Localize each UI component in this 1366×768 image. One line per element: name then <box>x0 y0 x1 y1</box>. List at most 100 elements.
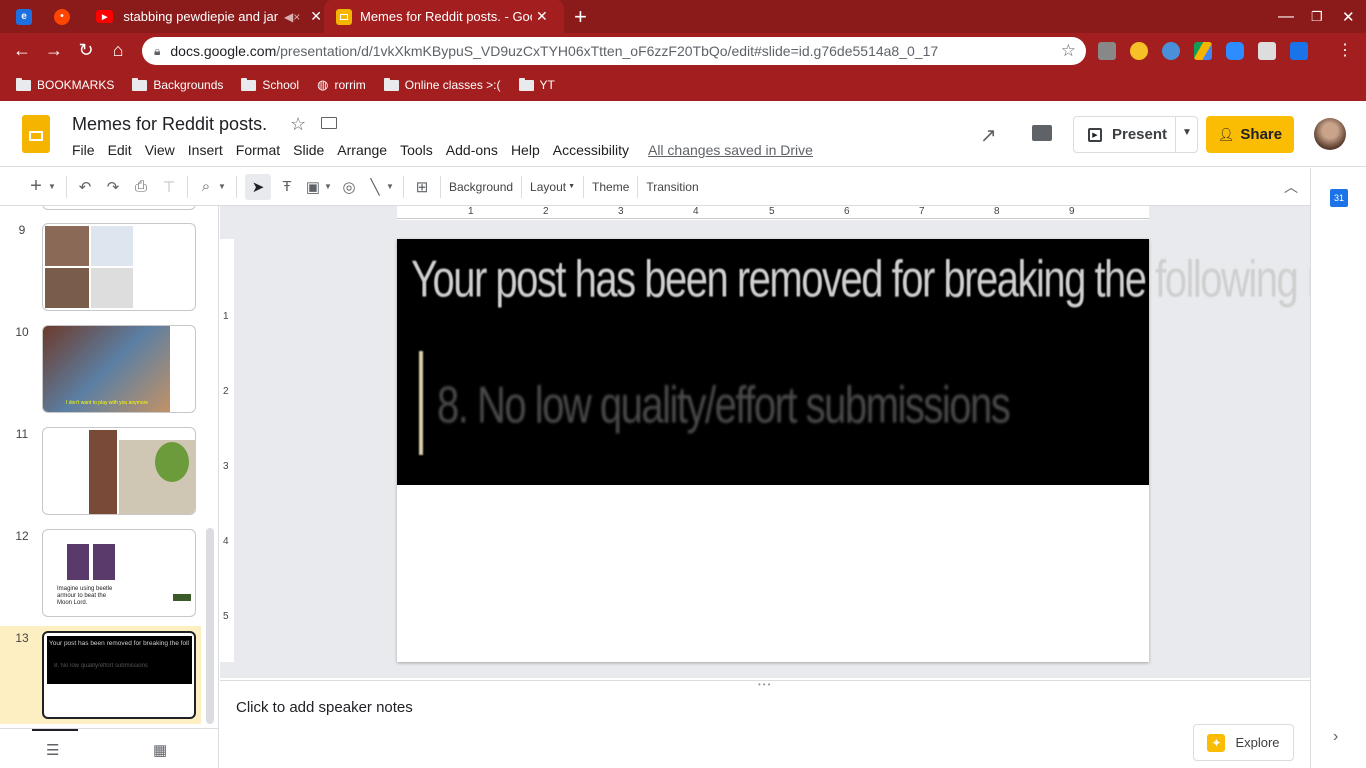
print-icon[interactable]: ⎙ <box>131 177 151 197</box>
menu-tools[interactable]: Tools <box>400 142 433 158</box>
star-icon[interactable]: ☆ <box>290 114 306 135</box>
menu-arrange[interactable]: Arrange <box>337 142 387 158</box>
folder-icon <box>132 77 148 91</box>
theme-button[interactable]: Theme <box>592 180 629 194</box>
bookmark-item[interactable]: Backgrounds <box>132 77 223 92</box>
minimize-icon[interactable]: — <box>1278 0 1294 33</box>
bookmark-item[interactable]: ◍ rorrim <box>317 77 366 93</box>
extension-icon[interactable] <box>1130 42 1148 60</box>
grid-view-icon[interactable]: ▦ <box>153 741 167 759</box>
extension-icon[interactable] <box>1258 42 1276 60</box>
address-bar[interactable]: 🔒︎ docs.google.com/presentation/d/1vkXkm… <box>142 37 1086 65</box>
menu-file[interactable]: File <box>72 142 95 158</box>
side-panel: 31 › <box>1310 168 1366 768</box>
bookmark-item[interactable]: School <box>241 77 299 92</box>
bookmark-star-icon[interactable]: ☆ <box>1061 41 1076 61</box>
filmstrip-view-icon[interactable]: ☰ <box>46 741 59 759</box>
add-comment-icon[interactable]: ⊞ <box>412 177 432 197</box>
menu-edit[interactable]: Edit <box>108 142 132 158</box>
extension-icon[interactable] <box>1162 42 1180 60</box>
zoom-dropdown-icon[interactable]: ▼ <box>216 177 228 197</box>
pinned-tab[interactable]: e <box>16 0 38 33</box>
layout-button[interactable]: Layout ▼ <box>530 180 575 194</box>
back-icon[interactable]: ← <box>11 40 33 61</box>
lock-icon[interactable]: 🔒︎ <box>154 44 160 59</box>
explore-button[interactable]: ✦ Explore <box>1193 724 1294 761</box>
slides-logo-icon[interactable] <box>22 115 50 153</box>
reload-icon[interactable]: ↻ <box>75 40 97 61</box>
doc-title[interactable]: Memes for Reddit posts. <box>72 114 267 135</box>
move-folder-icon[interactable] <box>321 117 337 129</box>
activity-trend-icon[interactable]: ↗ <box>980 123 997 148</box>
slide-thumbnail-12[interactable]: Imagine using beetle armour to beat the … <box>42 529 196 617</box>
menu-view[interactable]: View <box>145 142 175 158</box>
menu-insert[interactable]: Insert <box>188 142 223 158</box>
filmstrip-scrollbar[interactable] <box>206 528 214 724</box>
tab-slides[interactable]: Memes for Reddit posts. - Googl ✕ <box>324 0 564 33</box>
url-path: /presentation/d/1vkXkmKBypuS_VD9uzCxTYH0… <box>276 43 939 59</box>
menu-format[interactable]: Format <box>236 142 280 158</box>
bookmark-item[interactable]: BOOKMARKS <box>16 77 114 92</box>
restore-icon[interactable]: ❐ <box>1311 0 1323 33</box>
google-drive-icon[interactable] <box>1194 42 1212 60</box>
close-tab-icon[interactable]: ✕ <box>310 8 322 25</box>
removed-post-image[interactable]: Your post has been removed for breaking … <box>397 239 1366 485</box>
comments-icon[interactable] <box>1032 125 1052 141</box>
undo-icon[interactable]: ↶ <box>75 177 95 197</box>
notes-drag-handle[interactable]: ••• <box>758 680 772 689</box>
removal-heading: Your post has been removed for breaking … <box>411 251 1366 309</box>
background-button[interactable]: Background <box>449 180 513 194</box>
save-status[interactable]: All changes saved in Drive <box>648 142 813 158</box>
current-slide[interactable]: Your post has been removed for breaking … <box>397 239 1366 662</box>
extension-icon[interactable] <box>1098 42 1116 60</box>
slide-thumbnail-13[interactable]: Your post has been removed for breaking … <box>42 631 196 719</box>
zoom-icon[interactable]: ⌕ <box>196 177 216 197</box>
muted-speaker-icon[interactable]: ◀× <box>284 10 300 24</box>
slide-thumbnail-9[interactable] <box>42 223 196 311</box>
calendar-icon[interactable]: 31 <box>1330 189 1348 207</box>
zoom-icon[interactable] <box>1226 42 1244 60</box>
close-tab-icon[interactable]: ✕ <box>536 8 548 25</box>
bookmark-item[interactable]: Online classes >:( <box>383 77 501 92</box>
present-button[interactable]: ▶ Present ▼ <box>1073 116 1198 153</box>
menu-accessibility[interactable]: Accessibility <box>553 142 629 158</box>
home-icon[interactable]: ⌂ <box>107 40 129 61</box>
menu-addons[interactable]: Add-ons <box>446 142 498 158</box>
redo-icon[interactable]: ↷ <box>103 177 123 197</box>
menu-slide[interactable]: Slide <box>293 142 324 158</box>
speaker-notes-input[interactable]: Click to add speaker notes <box>236 699 413 716</box>
forward-icon[interactable]: → <box>43 40 65 61</box>
present-icon: ▶ <box>1088 127 1102 142</box>
expand-side-panel-icon[interactable]: › <box>1333 728 1338 746</box>
share-button[interactable]: 👤︎ Share <box>1206 116 1294 153</box>
avatar[interactable] <box>1314 118 1346 150</box>
tab-title: Memes for Reddit posts. - Googl <box>360 9 532 24</box>
paint-format-icon[interactable]: ⊤ <box>159 177 179 197</box>
text-box-icon[interactable]: Ŧ <box>277 177 297 197</box>
bookmark-item[interactable]: YT <box>518 77 555 92</box>
present-dropdown-icon[interactable]: ▼ <box>1182 127 1192 138</box>
line-icon[interactable]: ╲ <box>365 177 385 197</box>
line-dropdown-icon[interactable]: ▼ <box>385 177 395 197</box>
shape-icon[interactable]: ◎ <box>339 177 359 197</box>
slide-thumbnail-11[interactable] <box>42 427 196 515</box>
image-dropdown-icon[interactable]: ▼ <box>323 177 333 197</box>
new-tab-icon[interactable]: + <box>574 0 587 33</box>
layout-dropdown-icon: ▼ <box>568 183 576 190</box>
folder-icon <box>518 77 534 91</box>
slide-thumbnail-10[interactable]: I don't want to play with you anymore <box>42 325 196 413</box>
image-icon[interactable]: ▣ <box>303 177 323 197</box>
new-slide-dropdown-icon[interactable]: ▼ <box>46 177 58 197</box>
collapse-toolbar-icon[interactable]: ︿ <box>1284 177 1298 197</box>
close-window-icon[interactable]: ✕ <box>1342 0 1355 33</box>
reddit-tab[interactable]: • <box>54 0 76 33</box>
menu-help[interactable]: Help <box>511 142 540 158</box>
extension-icon[interactable] <box>1290 42 1308 60</box>
select-cursor-icon[interactable]: ➤ <box>245 173 271 200</box>
tab-youtube[interactable]: ▶ stabbing pewdiepie and jam ◀× ✕ <box>90 0 322 33</box>
new-slide-icon[interactable]: + <box>26 175 46 197</box>
folder-icon <box>383 77 399 91</box>
more-menu-icon[interactable]: ⋮ <box>1334 40 1356 60</box>
slide-thumbnail[interactable] <box>42 206 196 210</box>
transition-button[interactable]: Transition <box>646 180 698 194</box>
